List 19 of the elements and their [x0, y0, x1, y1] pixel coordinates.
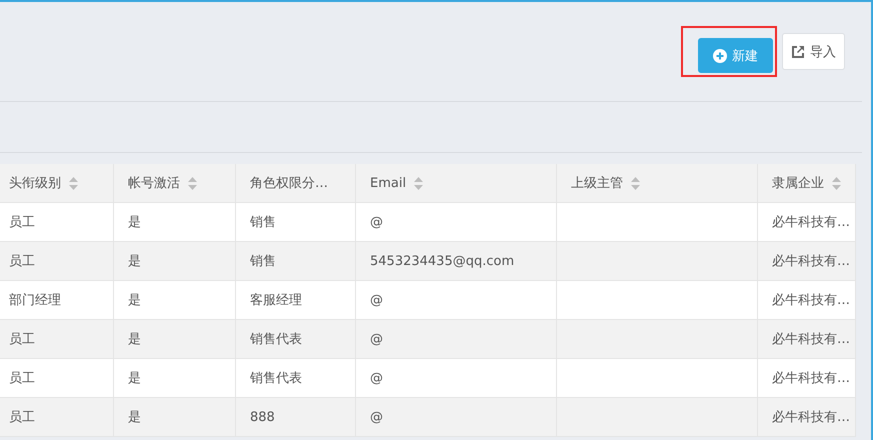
column-header[interactable]: 帐号激活: [114, 164, 236, 203]
column-header[interactable]: 头衔级别: [0, 164, 114, 203]
import-button[interactable]: 导入: [782, 33, 845, 70]
table-cell: 必牛科技有…: [758, 398, 856, 437]
column-header[interactable]: 角色权限分…: [236, 164, 356, 203]
sort-icon[interactable]: [832, 176, 841, 190]
column-header[interactable]: 隶属企业: [758, 164, 856, 203]
table-cell: @: [356, 398, 557, 437]
sort-icon[interactable]: [69, 176, 78, 190]
sort-icon[interactable]: [631, 176, 640, 190]
external-link-icon: [791, 44, 805, 58]
sort-icon[interactable]: [414, 176, 424, 190]
table-cell: 员工: [0, 398, 114, 437]
sort-icon[interactable]: [188, 176, 197, 190]
column-header[interactable]: 上级主管: [557, 164, 758, 203]
table-cell: 888: [236, 398, 356, 437]
plus-circle-icon: [713, 48, 727, 62]
table-cell: 是: [114, 398, 236, 437]
column-header[interactable]: Email: [356, 164, 557, 203]
